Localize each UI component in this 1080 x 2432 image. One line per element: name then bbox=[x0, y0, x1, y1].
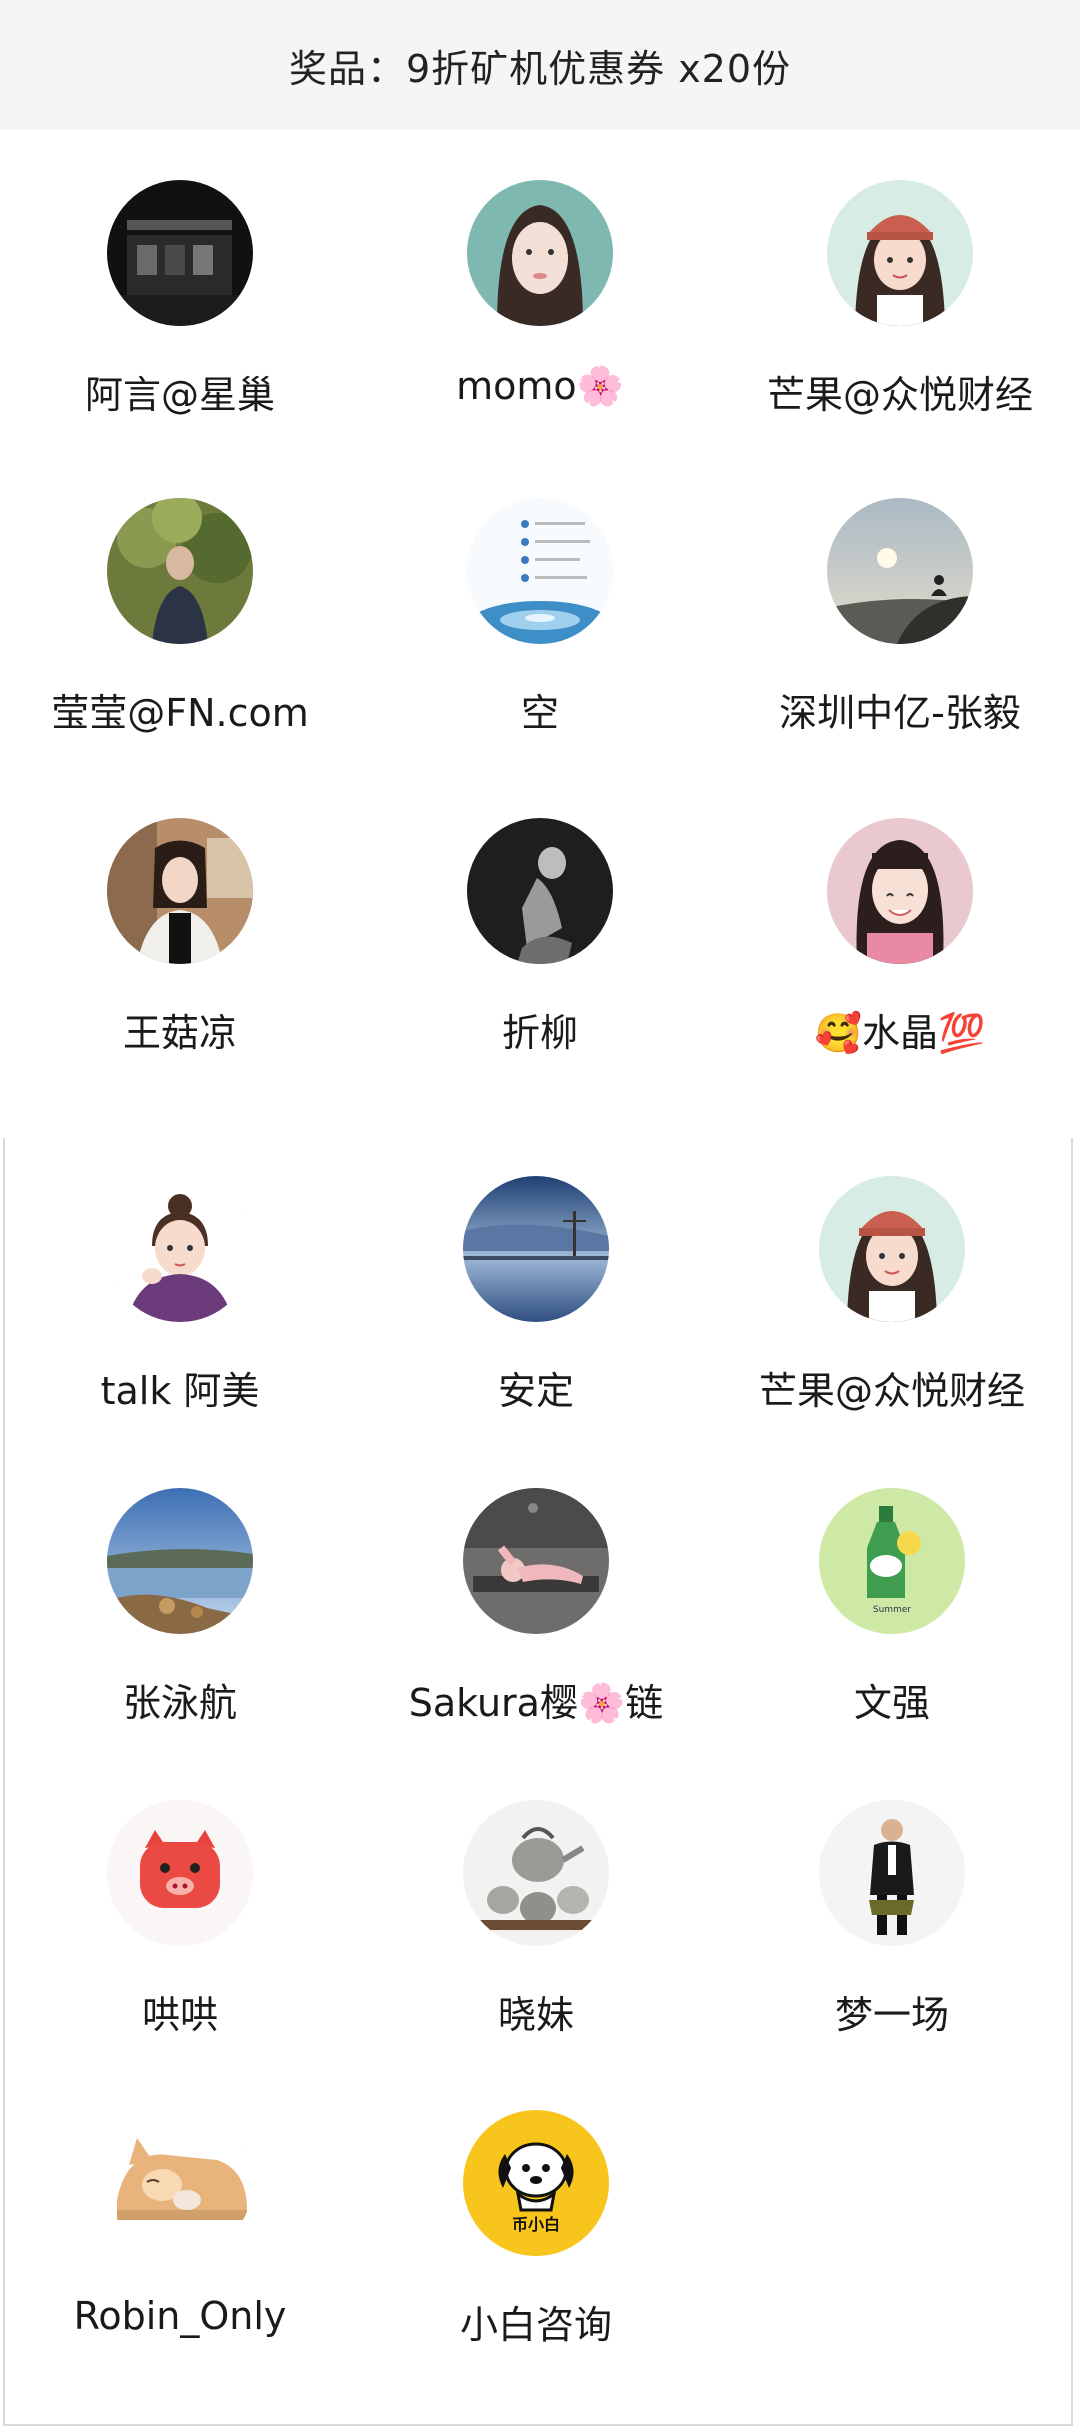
winner-card[interactable]: 芒果@众悦财经 bbox=[720, 180, 1080, 419]
winner-name: 安定 bbox=[497, 1369, 574, 1413]
smiling-girl-avatar bbox=[827, 818, 973, 964]
winner-name: Sakura樱🌸链 bbox=[408, 1681, 664, 1725]
svg-text:Summer: Summer bbox=[873, 1605, 911, 1615]
coast-landscape-avatar bbox=[107, 1488, 253, 1634]
winner-name: 🥰水晶💯 bbox=[814, 1011, 986, 1055]
dark-building-avatar bbox=[107, 180, 253, 326]
winner-name: 折柳 bbox=[501, 1011, 578, 1055]
winner-card[interactable]: Sakura樱🌸链 bbox=[356, 1488, 716, 1727]
winner-name: 张泳航 bbox=[122, 1681, 237, 1725]
winner-card[interactable]: 莹莹@FN.com bbox=[0, 498, 360, 737]
winner-card[interactable]: 币小白 小白咨询 bbox=[356, 2110, 716, 2349]
winner-name: 空 bbox=[520, 691, 559, 735]
winner-card[interactable]: 深圳中亿-张毅 bbox=[720, 498, 1080, 737]
girl-in-room-avatar bbox=[107, 818, 253, 964]
winner-card[interactable]: 安定 bbox=[356, 1176, 716, 1415]
winner-card[interactable]: 芒果@众悦财经 bbox=[712, 1176, 1072, 1415]
winner-name: 莹莹@FN.com bbox=[51, 691, 309, 735]
bw-girl-avatar bbox=[467, 818, 613, 964]
red-pig-avatar bbox=[107, 1800, 253, 1946]
winner-card[interactable]: 晓妹 bbox=[356, 1800, 716, 2039]
summer-bottle-avatar: Summer bbox=[819, 1488, 965, 1634]
winner-name: 晓妹 bbox=[497, 1993, 574, 2037]
svg-text:币小白: 币小白 bbox=[512, 2215, 560, 2234]
winner-name: 王菇凉 bbox=[122, 1011, 237, 1055]
person-in-tree-avatar bbox=[107, 498, 253, 644]
winner-card[interactable]: 王菇凉 bbox=[0, 818, 360, 1057]
prize-title: 奖品：9折矿机优惠券 x20份 bbox=[288, 46, 792, 91]
sleeping-cat-avatar bbox=[107, 2110, 253, 2256]
sunset-meditation-avatar bbox=[827, 498, 973, 644]
winner-name: 芒果@众悦财经 bbox=[758, 1369, 1025, 1413]
winner-name: Robin_Only bbox=[73, 2294, 287, 2338]
winner-card[interactable]: Summer 文强 bbox=[712, 1488, 1072, 1727]
cartoon-girl-bun-avatar bbox=[107, 1176, 253, 1322]
winner-name: 文强 bbox=[853, 1681, 930, 1725]
cartoon-girl-cap-avatar bbox=[827, 180, 973, 326]
winner-name: talk 阿美 bbox=[100, 1369, 260, 1413]
winner-card[interactable]: 🥰水晶💯 bbox=[720, 818, 1080, 1057]
winner-name: 梦一场 bbox=[834, 1993, 949, 2037]
winner-card[interactable]: 阿言@星巢 bbox=[0, 180, 360, 419]
winner-name: 阿言@星巢 bbox=[84, 373, 275, 417]
winner-name: 哄哄 bbox=[141, 1993, 218, 2037]
teapot-set-avatar bbox=[463, 1800, 609, 1946]
yoga-pose-avatar bbox=[463, 1488, 609, 1634]
winner-card[interactable]: 折柳 bbox=[360, 818, 720, 1057]
winner-name: 芒果@众悦财经 bbox=[766, 373, 1033, 417]
water-ripple-avatar bbox=[467, 498, 613, 644]
winner-card[interactable]: talk 阿美 bbox=[0, 1176, 360, 1415]
man-suit-avatar bbox=[819, 1800, 965, 1946]
winner-name: 深圳中亿-张毅 bbox=[779, 691, 1021, 735]
winner-card[interactable]: 空 bbox=[360, 498, 720, 737]
winner-card[interactable]: 哄哄 bbox=[0, 1800, 360, 2039]
lake-sky-avatar bbox=[463, 1176, 609, 1322]
winner-name: 小白咨询 bbox=[459, 2303, 612, 2347]
dog-logo-avatar: 币小白 bbox=[463, 2110, 609, 2256]
prize-header: 奖品：9折矿机优惠券 x20份 bbox=[0, 0, 1080, 130]
winner-name: momo🌸 bbox=[456, 364, 624, 408]
winner-card[interactable]: momo🌸 bbox=[360, 180, 720, 409]
winner-card[interactable]: 张泳航 bbox=[0, 1488, 360, 1727]
winner-card[interactable]: 梦一场 bbox=[712, 1800, 1072, 2039]
girl-portrait-avatar bbox=[467, 180, 613, 326]
cartoon-girl-cap-avatar bbox=[819, 1176, 965, 1322]
winner-card[interactable]: Robin_Only bbox=[0, 2110, 360, 2338]
